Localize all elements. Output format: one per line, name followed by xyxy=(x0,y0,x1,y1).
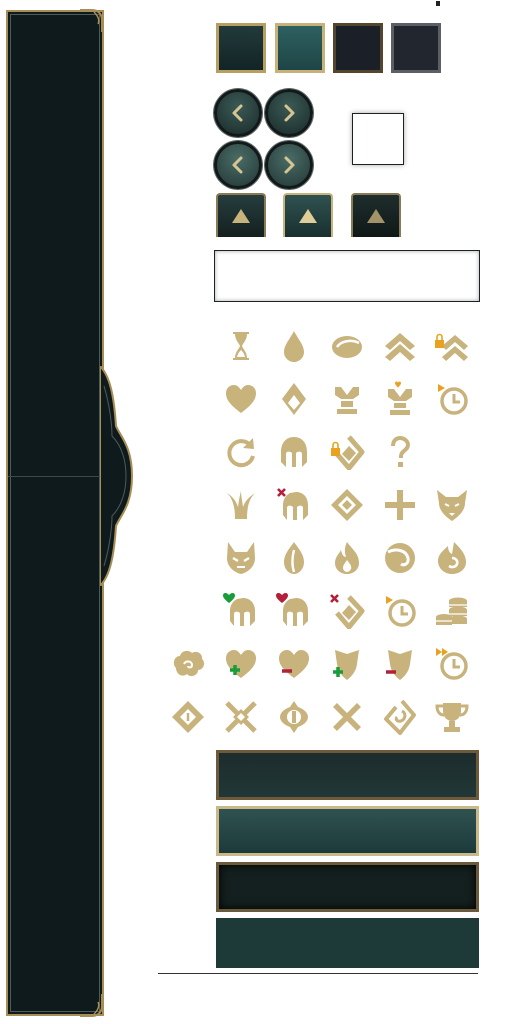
helmet-damage-icon xyxy=(274,591,314,631)
diamond-removed-icon xyxy=(327,591,367,631)
heart-icon xyxy=(221,379,261,419)
side-panel-divider xyxy=(8,476,102,477)
fire-icon xyxy=(327,538,367,578)
up-button-default[interactable] xyxy=(216,193,266,237)
target-diamond-icon xyxy=(327,485,367,525)
up-button-pressed[interactable] xyxy=(351,193,401,237)
chevron-left-icon xyxy=(232,156,243,174)
flame-leaf-icon xyxy=(274,538,314,578)
helmet-icon xyxy=(274,432,314,472)
heart-plus-icon xyxy=(221,644,261,684)
hourglass-icon xyxy=(221,326,261,366)
champion-pedestal-icon xyxy=(327,379,367,419)
chevron-right-icon xyxy=(284,156,295,174)
checkbox-swatch[interactable] xyxy=(352,113,404,165)
corner-ornament-bottom xyxy=(80,994,103,1017)
locked-diamond-icon xyxy=(327,432,367,472)
cross-x-icon xyxy=(327,697,367,737)
wolf-head-icon xyxy=(432,485,472,525)
helmet-removed-icon xyxy=(274,485,314,525)
cloud-swirl-icon xyxy=(168,644,208,684)
claw-icon xyxy=(221,485,261,525)
up-button-hover[interactable] xyxy=(283,193,333,237)
stone-icon xyxy=(327,326,367,366)
heart-minus-icon xyxy=(274,644,314,684)
button-swatch-pressed[interactable] xyxy=(333,23,383,73)
plus-icon xyxy=(380,485,420,525)
prev-button[interactable] xyxy=(214,89,262,137)
cooldown-clock-icon xyxy=(432,379,472,419)
button-swatch-disabled[interactable] xyxy=(391,23,441,73)
button-swatch-hover[interactable] xyxy=(275,23,325,73)
eye-sigil-icon xyxy=(274,697,314,737)
caret-up-icon xyxy=(367,209,385,223)
chevron-right-icon xyxy=(284,104,295,122)
crossed-blades-icon xyxy=(221,697,261,737)
text-input[interactable] xyxy=(214,250,480,302)
clock-fast-forward-icon xyxy=(432,644,472,684)
shield-minus-icon xyxy=(380,644,420,684)
side-panel-frame xyxy=(6,10,104,1016)
diamond-drop-icon xyxy=(274,379,314,419)
spiral-flame-icon xyxy=(432,538,472,578)
caret-up-icon xyxy=(299,209,317,223)
marker-dot xyxy=(436,1,440,6)
chevron-left-icon xyxy=(232,104,243,122)
diamond-rune-icon xyxy=(168,697,208,737)
next-button-hover[interactable] xyxy=(265,141,313,189)
caret-up-icon xyxy=(232,209,250,223)
question-mark-icon xyxy=(380,432,420,472)
panel-pressed[interactable] xyxy=(216,862,479,912)
demon-mask-icon xyxy=(221,538,261,578)
bottom-rule xyxy=(158,973,478,974)
locked-double-chevron-icon xyxy=(432,326,472,366)
clock-play-icon xyxy=(380,591,420,631)
prev-button-hover[interactable] xyxy=(214,141,262,189)
droplet-icon xyxy=(274,326,314,366)
next-button[interactable] xyxy=(265,89,313,137)
swirl-icon xyxy=(380,538,420,578)
double-chevron-up-icon xyxy=(380,326,420,366)
button-swatch-default[interactable] xyxy=(216,23,266,73)
corner-ornament-top xyxy=(80,9,103,32)
gold-coins-icon xyxy=(432,591,472,631)
panel-flat[interactable] xyxy=(216,918,479,968)
panel-hover[interactable] xyxy=(216,806,479,856)
refresh-icon xyxy=(221,432,261,472)
champion-pedestal-upgrade-icon xyxy=(380,379,420,419)
trophy-icon xyxy=(432,697,472,737)
frame-ornament xyxy=(100,366,134,586)
rune-spiral-icon xyxy=(380,697,420,737)
helmet-heal-icon xyxy=(221,591,261,631)
shield-plus-icon xyxy=(327,644,367,684)
panel-default[interactable] xyxy=(216,750,479,800)
